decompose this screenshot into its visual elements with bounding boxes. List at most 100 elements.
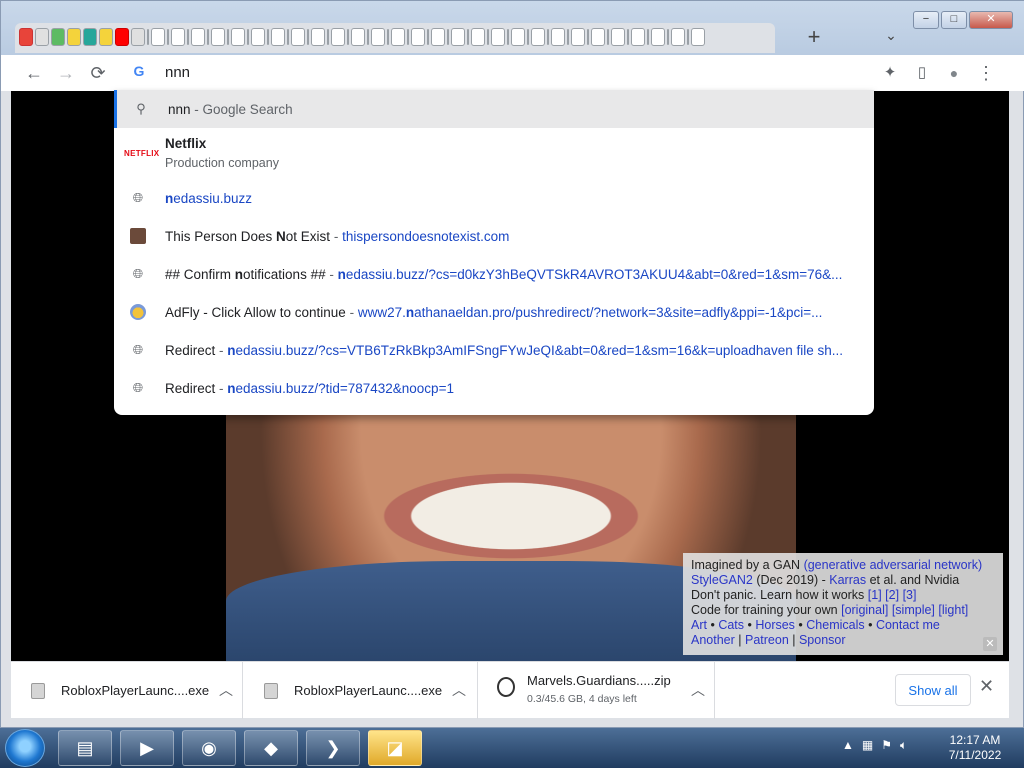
- maximize-button[interactable]: □: [941, 11, 967, 29]
- new-tab-button[interactable]: +: [801, 25, 827, 51]
- suggestion-google-search[interactable]: ⚲ nnn - Google Search: [114, 90, 874, 128]
- close-shelf-icon[interactable]: ✕: [979, 676, 994, 697]
- pinned-tab-favicon-icon[interactable]: [431, 28, 445, 46]
- code-light-link[interactable]: [light]: [938, 603, 968, 617]
- pinned-tab-favicon-icon[interactable]: [171, 28, 185, 46]
- pinned-tab-favicon-icon[interactable]: [471, 28, 485, 46]
- tray-arrow-icon[interactable]: ▲: [842, 738, 854, 753]
- minimize-button[interactable]: −: [913, 11, 939, 29]
- karras-link[interactable]: Karras: [829, 573, 866, 587]
- suggestion-history[interactable]: 🌐︎ Redirect - nedassiu.buzz/?tid=787432&…: [114, 369, 874, 407]
- extensions-icon[interactable]: ✦: [877, 61, 903, 85]
- roblox-icon[interactable]: ◆: [244, 730, 298, 766]
- suggestion-match: N: [165, 136, 175, 151]
- chrome-icon[interactable]: ◉: [182, 730, 236, 766]
- download-item[interactable]: Marvels.Guardians.....zip 0.3/45.6 GB, 4…: [479, 662, 715, 719]
- pinned-tab-favicon-icon[interactable]: [51, 28, 65, 46]
- contact-link[interactable]: Contact me: [876, 618, 940, 632]
- suggestion-history[interactable]: 🌐︎ ## Confirm notifications ## - nedassi…: [114, 255, 874, 293]
- pinned-tab-favicon-icon[interactable]: [551, 28, 565, 46]
- learn-link-2[interactable]: [2]: [885, 588, 899, 602]
- pinned-tab-favicon-icon[interactable]: [371, 28, 385, 46]
- side-panel-icon[interactable]: ▯: [909, 61, 935, 85]
- pinned-tab-favicon-icon[interactable]: [491, 28, 505, 46]
- learn-link-3[interactable]: [3]: [903, 588, 917, 602]
- clock[interactable]: 12:17 AM 7/11/2022: [940, 733, 1010, 763]
- patreon-link[interactable]: Patreon: [745, 633, 789, 647]
- suggestion-history[interactable]: AdFly - Click Allow to continue - www27.…: [114, 293, 874, 331]
- suggestion-title-pre: Redirect: [165, 342, 216, 358]
- pinned-tab-favicon-icon[interactable]: [391, 28, 405, 46]
- pinned-tab-favicon-icon[interactable]: [211, 28, 225, 46]
- address-input[interactable]: [165, 61, 855, 83]
- pinned-tab-favicon-icon[interactable]: [271, 28, 285, 46]
- pinned-tab-favicon-icon[interactable]: [671, 28, 685, 46]
- forward-button[interactable]: →: [53, 61, 79, 85]
- pinned-tab-favicon-icon[interactable]: [83, 28, 97, 46]
- tab-separator: [447, 29, 449, 45]
- flag-icon[interactable]: ⚑: [881, 738, 892, 753]
- learn-link-1[interactable]: [1]: [868, 588, 882, 602]
- pinned-tab-favicon-icon[interactable]: [511, 28, 525, 46]
- pinned-tab-favicon-icon[interactable]: [115, 28, 129, 46]
- pinned-tab-favicon-icon[interactable]: [691, 28, 705, 46]
- reload-button[interactable]: ⟳: [85, 61, 111, 85]
- chevron-up-icon[interactable]: ︿: [691, 680, 705, 700]
- back-button[interactable]: ←: [21, 61, 47, 85]
- suggestion-history[interactable]: This Person Does Not Exist - thispersond…: [114, 217, 874, 255]
- app-icon[interactable]: ◪: [368, 730, 422, 766]
- pinned-tab-favicon-icon[interactable]: [35, 28, 49, 46]
- media-player-icon[interactable]: ▶: [120, 730, 174, 766]
- chevron-up-icon[interactable]: ︿: [452, 680, 466, 700]
- art-link[interactable]: Art: [691, 618, 707, 632]
- start-button[interactable]: [5, 729, 45, 767]
- code-original-link[interactable]: [original]: [841, 603, 888, 617]
- volume-icon[interactable]: 🔈︎: [900, 738, 907, 753]
- suggestion-sep: -: [215, 380, 228, 396]
- another-link[interactable]: Another: [691, 633, 735, 647]
- download-item[interactable]: RobloxPlayerLaunc....exe ︿: [244, 662, 478, 719]
- code-simple-link[interactable]: [simple]: [892, 603, 935, 617]
- gan-close-icon[interactable]: ✕: [983, 637, 997, 651]
- close-window-button[interactable]: ✕: [969, 11, 1013, 29]
- pinned-tab-favicon-icon[interactable]: [131, 28, 145, 46]
- horses-link[interactable]: Horses: [755, 618, 795, 632]
- stylegan2-link[interactable]: StyleGAN2: [691, 573, 753, 587]
- explorer-icon[interactable]: ▤: [58, 730, 112, 766]
- pinned-tab-favicon-icon[interactable]: [331, 28, 345, 46]
- pinned-tab-favicon-icon[interactable]: [231, 28, 245, 46]
- menu-icon[interactable]: ⋮: [973, 61, 999, 85]
- sponsor-link[interactable]: Sponsor: [799, 633, 846, 647]
- pinned-tab-favicon-icon[interactable]: [151, 28, 165, 46]
- suggestion-url-match: n: [405, 304, 415, 320]
- pinned-tab-favicon-icon[interactable]: [411, 28, 425, 46]
- profile-avatar[interactable]: ●: [941, 61, 967, 85]
- suggestion-history[interactable]: 🌐︎ Redirect - nedassiu.buzz/?cs=VTB6TzRk…: [114, 331, 874, 369]
- pinned-tab-favicon-icon[interactable]: [611, 28, 625, 46]
- suggestion-netflix[interactable]: NETFLIX Netflix Production company: [114, 128, 874, 178]
- download-item[interactable]: RobloxPlayerLaunc....exe ︿: [11, 662, 243, 719]
- pinned-tab-favicon-icon[interactable]: [19, 28, 33, 46]
- pinned-tab-favicon-icon[interactable]: [531, 28, 545, 46]
- pinned-tab-favicon-icon[interactable]: [571, 28, 585, 46]
- pinned-tab-favicon-icon[interactable]: [651, 28, 665, 46]
- suggestion-url[interactable]: 🌐︎ nedassiu.buzz: [114, 179, 874, 217]
- chemicals-link[interactable]: Chemicals: [806, 618, 864, 632]
- tab-search-button[interactable]: ⌄: [879, 27, 903, 49]
- pinned-tab-favicon-icon[interactable]: [591, 28, 605, 46]
- chevron-up-icon[interactable]: ︿: [219, 680, 233, 700]
- pinned-tab-favicon-icon[interactable]: [631, 28, 645, 46]
- pinned-tab-favicon-icon[interactable]: [251, 28, 265, 46]
- powershell-icon[interactable]: ❯: [306, 730, 360, 766]
- pinned-tab-favicon-icon[interactable]: [191, 28, 205, 46]
- network-icon[interactable]: ▦: [862, 738, 873, 753]
- pinned-tab-favicon-icon[interactable]: [311, 28, 325, 46]
- cats-link[interactable]: Cats: [718, 618, 744, 632]
- pinned-tab-favicon-icon[interactable]: [67, 28, 81, 46]
- pinned-tab-favicon-icon[interactable]: [451, 28, 465, 46]
- pinned-tab-favicon-icon[interactable]: [351, 28, 365, 46]
- pinned-tab-favicon-icon[interactable]: [99, 28, 113, 46]
- pinned-tab-favicon-icon[interactable]: [291, 28, 305, 46]
- show-all-button[interactable]: Show all: [895, 674, 971, 706]
- gan-link[interactable]: (generative adversarial network): [804, 558, 983, 572]
